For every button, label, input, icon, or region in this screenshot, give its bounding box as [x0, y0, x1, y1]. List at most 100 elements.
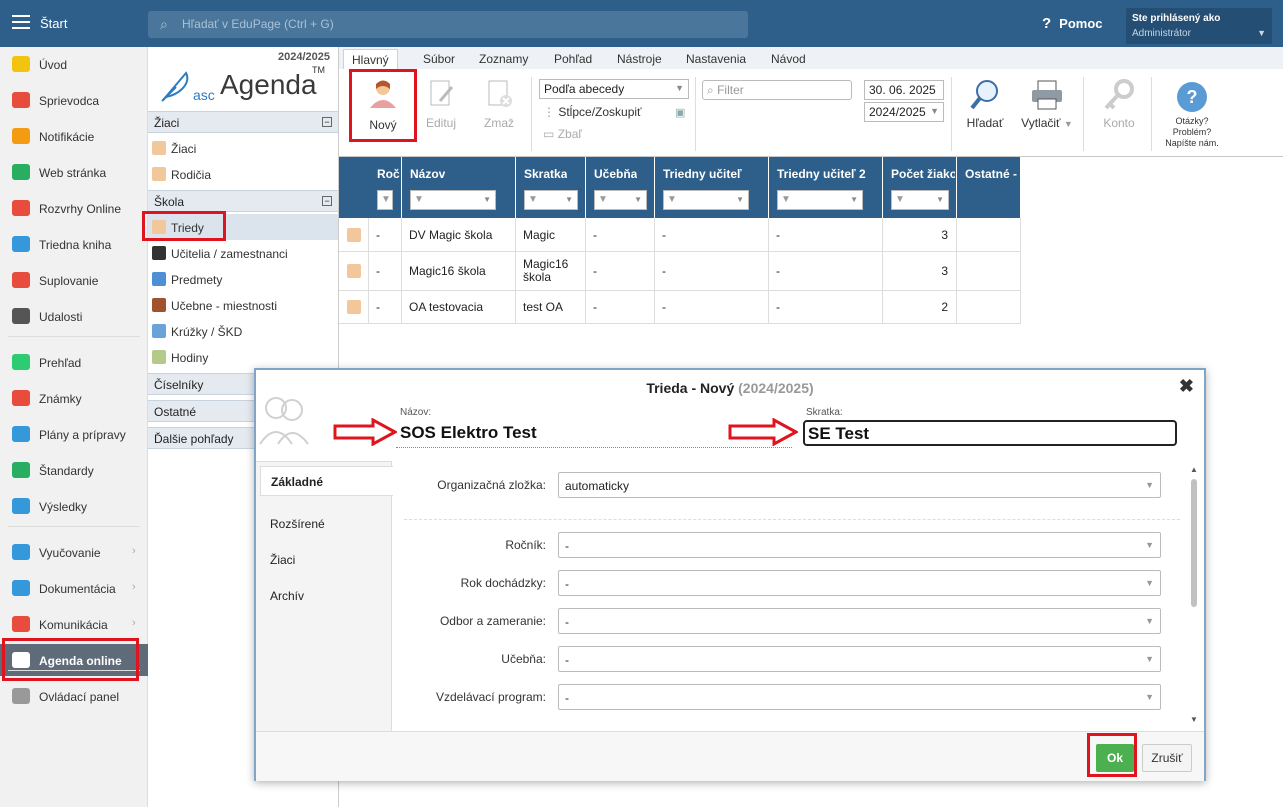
- form-field-select[interactable]: - ▼: [558, 532, 1161, 558]
- form-field-select[interactable]: - ▼: [558, 684, 1161, 710]
- collapse-icon[interactable]: −: [322, 117, 332, 127]
- tab-súbor[interactable]: Súbor: [423, 52, 455, 66]
- sidebar-item-sprievodca[interactable]: Sprievodca: [0, 84, 148, 116]
- nav-item-ucebne[interactable]: Učebne - miestnosti: [148, 292, 338, 318]
- table-row[interactable]: - DV Magic škola Magic - - - 3: [339, 218, 1021, 252]
- dialog-title: Trieda - Nový (2024/2025): [256, 380, 1204, 396]
- form-field-select[interactable]: - ▼: [558, 646, 1161, 672]
- table-row[interactable]: - Magic16 škola Magic16 škola - - - 3: [339, 252, 1021, 291]
- close-icon[interactable]: ✖: [1179, 376, 1194, 397]
- form-field-select[interactable]: - ▼: [558, 570, 1161, 596]
- sidebar-item-rozvrhy-online[interactable]: Rozvrhy Online: [0, 192, 148, 224]
- delete-button[interactable]: Zmaž: [479, 79, 519, 130]
- nav-item-ziaci[interactable]: Žiaci: [148, 135, 338, 161]
- sidebar-item-suplovanie[interactable]: Suplovanie: [0, 264, 148, 296]
- hamburger-menu-icon[interactable]: [12, 15, 30, 29]
- calendar-icon: [12, 308, 30, 324]
- cell-value: -: [776, 264, 780, 278]
- sidebar-item-výsledky[interactable]: Výsledky: [0, 490, 148, 522]
- tab-návod[interactable]: Návod: [771, 52, 806, 66]
- sidebar-item-notifikácie[interactable]: Notifikácie: [0, 120, 148, 152]
- form-row: Učebňa: - ▼: [396, 646, 1186, 672]
- dialog-tab-rozšírené[interactable]: Rozšírené: [270, 517, 325, 531]
- column-filter-dropdown[interactable]: ▼ ▼: [410, 190, 496, 210]
- edit-button[interactable]: Edituj: [421, 79, 461, 130]
- section-ziaci[interactable]: Žiaci −: [148, 111, 338, 133]
- column-filter-dropdown[interactable]: ▼ ▼: [594, 190, 647, 210]
- column-header[interactable]: Triedny učiteľ ▼ ▼: [655, 157, 769, 218]
- tab-hlavný[interactable]: Hlavný: [343, 49, 398, 70]
- sidebar-item-ovládací-panel[interactable]: Ovládací panel: [0, 680, 148, 712]
- form-field-select[interactable]: - ▼: [558, 608, 1161, 634]
- column-header-label: Ročník: [377, 167, 400, 181]
- section-skola[interactable]: Škola −: [148, 190, 338, 212]
- column-header[interactable]: Skratka ▼ ▼: [516, 157, 586, 218]
- filter-input[interactable]: ⌕ Filter: [702, 80, 852, 100]
- column-header[interactable]: Ročník ▼: [369, 157, 402, 218]
- sidebar-item-komunikácia[interactable]: Komunikácia ›: [0, 608, 148, 640]
- column-filter-dropdown[interactable]: ▼ ▼: [891, 190, 949, 210]
- sort-select[interactable]: Podľa abecedy ▼: [539, 79, 689, 99]
- help-button[interactable]: ? Pomoc: [1042, 15, 1103, 32]
- column-header[interactable]: Názov ▼ ▼: [402, 157, 516, 218]
- row-icon-cell: [339, 218, 369, 251]
- columns-group-button[interactable]: ⋮ Stĺpce/Zoskupiť: [543, 105, 642, 119]
- sidebar-item-známky[interactable]: Známky: [0, 382, 148, 414]
- sidebar-item-udalosti[interactable]: Udalosti: [0, 300, 148, 332]
- collapse-button[interactable]: ▭ Zbaľ: [543, 127, 582, 141]
- form-row: Ročník: - ▼: [396, 532, 1186, 558]
- nav-item-rodicia[interactable]: Rodičia: [148, 161, 338, 187]
- sidebar-item-úvod[interactable]: Úvod: [0, 48, 148, 80]
- tab-nastavenia[interactable]: Nastavenia: [686, 52, 746, 66]
- dialog-tab-archív[interactable]: Archív: [270, 589, 304, 603]
- print-button[interactable]: Vytlačiť ▼: [1017, 79, 1077, 130]
- sidebar-item-prehľad[interactable]: Prehľad: [0, 346, 148, 378]
- year-select[interactable]: 2024/2025 ▼: [864, 102, 944, 122]
- collapse-icon[interactable]: −: [322, 196, 332, 206]
- highlight-new-button: [349, 69, 417, 142]
- sidebar-item-vyučovanie[interactable]: Vyučovanie ›: [0, 536, 148, 568]
- dialog-scrollbar[interactable]: ▲ ▼: [1188, 465, 1200, 727]
- column-header[interactable]: Učebňa ▼ ▼: [586, 157, 655, 218]
- save-icon[interactable]: ▣: [675, 106, 685, 119]
- arrow-right-icon: [728, 418, 798, 446]
- sidebar-item-plány-a-prípravy[interactable]: Plány a prípravy: [0, 418, 148, 450]
- column-filter-dropdown[interactable]: ▼: [377, 190, 393, 210]
- form-row: Vzdelávací program: - ▼: [396, 684, 1186, 710]
- column-header[interactable]: Triedny učiteľ 2 ▼ ▼: [769, 157, 883, 218]
- nav-item-hodiny[interactable]: Hodiny: [148, 344, 338, 370]
- column-filter-dropdown[interactable]: ▼ ▼: [524, 190, 578, 210]
- nav-item-ucitelia[interactable]: Učitelia / zamestnanci: [148, 240, 338, 266]
- tab-nástroje[interactable]: Nástroje: [617, 52, 662, 66]
- dialog-tab-žiaci[interactable]: Žiaci: [270, 553, 295, 567]
- global-search-input[interactable]: ⌕ Hľadať v EduPage (Ctrl + G): [148, 11, 748, 38]
- column-header[interactable]: Ostatné -: [957, 157, 1021, 218]
- date-input[interactable]: 30. 06. 2025: [864, 80, 944, 100]
- column-filter-dropdown[interactable]: ▼ ▼: [663, 190, 749, 210]
- sidebar-item-label: Notifikácie: [39, 130, 95, 144]
- nav-item-kruzky[interactable]: Krúžky / ŠKD: [148, 318, 338, 344]
- find-button[interactable]: Hľadať: [961, 79, 1009, 130]
- column-filter-dropdown[interactable]: ▼ ▼: [777, 190, 863, 210]
- table-row[interactable]: - OA testovacia test OA - - - 2: [339, 291, 1021, 324]
- account-button[interactable]: Konto: [1097, 79, 1141, 130]
- tab-zoznamy[interactable]: Zoznamy: [479, 52, 528, 66]
- nav-item-predmety[interactable]: Predmety: [148, 266, 338, 292]
- sidebar-item-dokumentácia[interactable]: Dokumentácia ›: [0, 572, 148, 604]
- tab-pohľad[interactable]: Pohľad: [554, 52, 592, 66]
- form-field-label: Vzdelávací program:: [435, 690, 546, 704]
- section-divider: [404, 519, 1180, 520]
- search-icon: ⌕: [707, 83, 714, 97]
- start-menu-label[interactable]: Štart: [40, 16, 67, 31]
- sidebar-item-štandardy[interactable]: Štandardy: [0, 454, 148, 486]
- column-header[interactable]: Počet žiakov ▼▼: [883, 157, 957, 218]
- user-dropdown[interactable]: Ste prihlásený ako Administrátor ▼: [1126, 8, 1272, 44]
- abbr-input[interactable]: SE Test: [803, 420, 1177, 446]
- sidebar-item-web-stránka[interactable]: Web stránka: [0, 156, 148, 188]
- account-label: Konto: [1103, 116, 1135, 130]
- questions-button[interactable]: ? Otázky? Problém? Napíšte nám.: [1161, 81, 1223, 149]
- form-field-select[interactable]: automaticky ▼: [558, 472, 1161, 498]
- sidebar-item-triedna-kniha[interactable]: Triedna kniha: [0, 228, 148, 260]
- cancel-button[interactable]: Zrušiť: [1142, 744, 1192, 772]
- dialog-tab-základné[interactable]: Základné: [260, 466, 393, 496]
